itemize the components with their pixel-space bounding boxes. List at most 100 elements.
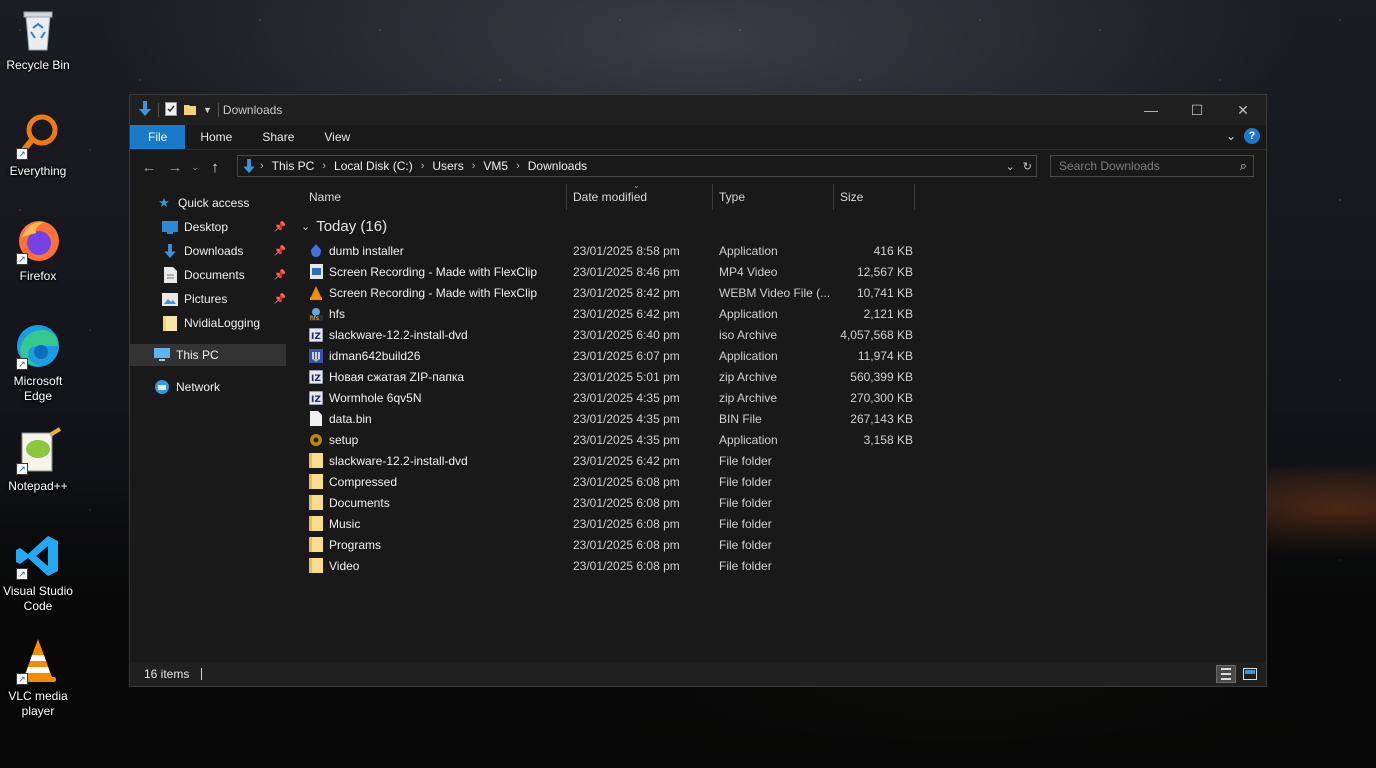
breadcrumb-this-pc[interactable]: This PC: [268, 159, 319, 173]
desktop-icon-firefox[interactable]: ↗ Firefox: [2, 217, 74, 284]
tab-view[interactable]: View: [309, 125, 365, 149]
pin-icon[interactable]: 📌: [274, 294, 286, 305]
back-arrow-icon[interactable]: ←: [136, 159, 162, 176]
refresh-icon[interactable]: ↻: [1023, 160, 1032, 173]
file-date-modified: 23/01/2025 4:35 pm: [573, 390, 680, 405]
file-name: Screen Recording - Made with FlexClip: [329, 285, 538, 300]
breadcrumb-chevron-icon[interactable]: ›: [256, 160, 268, 172]
desktop-icon-vlc[interactable]: ↗ VLC media player: [2, 637, 74, 719]
file-row[interactable]: Music 23/01/2025 6:08 pm File folder: [289, 513, 915, 534]
file-row[interactable]: IZ Wormhole 6qv5N 23/01/2025 4:35 pm zip Ar…: [289, 387, 915, 408]
search-box[interactable]: ⌕: [1050, 155, 1254, 177]
address-bar[interactable]: › This PC › Local Disk (C:) › Users › VM…: [237, 155, 1037, 177]
downloads-location-icon: [242, 158, 256, 174]
nav-item-downloads[interactable]: Downloads 📌: [162, 240, 286, 262]
file-size: [835, 513, 913, 534]
nav-item-nvidialogging[interactable]: NvidiaLogging: [162, 312, 260, 334]
column-header-size[interactable]: Size: [834, 184, 915, 210]
folder-icon: [309, 474, 323, 489]
maximize-button[interactable]: ☐: [1174, 95, 1220, 125]
search-input[interactable]: [1051, 158, 1231, 174]
details-view-button[interactable]: [1216, 665, 1236, 683]
archive-icon: IZ: [309, 390, 323, 405]
navigation-pane: ★ Quick access Desktop 📌 Downloads 📌 Doc…: [130, 184, 288, 663]
file-row[interactable]: Documents 23/01/2025 6:08 pm File folder: [289, 492, 915, 513]
nav-item-documents[interactable]: Documents 📌: [162, 264, 286, 286]
column-header-type[interactable]: Type: [713, 184, 834, 210]
recent-locations-chevron-icon[interactable]: ⌄: [188, 162, 202, 173]
window-title: Downloads: [222, 103, 283, 117]
forward-arrow-icon[interactable]: →: [162, 159, 188, 176]
breadcrumb-vm5[interactable]: VM5: [479, 159, 512, 173]
nav-item-pictures[interactable]: Pictures 📌: [162, 288, 286, 310]
tab-share[interactable]: Share: [247, 125, 309, 149]
desktop-icon-everything[interactable]: ↗ Everything: [2, 112, 74, 179]
file-name: Compressed: [329, 474, 398, 489]
file-row[interactable]: hfs hfs 23/01/2025 6:42 pm Application 2,121…: [289, 303, 915, 324]
tab-file[interactable]: File: [130, 125, 186, 149]
expand-ribbon-chevron-icon[interactable]: ⌄: [1226, 129, 1236, 143]
close-button[interactable]: ✕: [1220, 95, 1266, 125]
file-date-modified: 23/01/2025 6:08 pm: [573, 495, 680, 510]
file-row[interactable]: setup 23/01/2025 4:35 pm Application 3,158 …: [289, 429, 915, 450]
customize-toolbar-dropdown-icon[interactable]: ▼: [203, 105, 212, 115]
up-arrow-icon[interactable]: ↑: [202, 159, 228, 176]
pin-icon[interactable]: 📌: [274, 270, 286, 281]
nav-item-this-pc[interactable]: This PC: [130, 344, 286, 366]
column-date-label: Date modified: [573, 190, 648, 204]
new-folder-icon[interactable]: [183, 102, 197, 119]
folder-icon: [309, 495, 323, 510]
file-row[interactable]: data.bin 23/01/2025 4:35 pm BIN File 267,14…: [289, 408, 915, 429]
breadcrumb-chevron-icon[interactable]: ›: [468, 160, 480, 172]
title-bar[interactable]: ▼ Downloads — ☐ ✕: [130, 95, 1266, 125]
file-row[interactable]: IZ Новая сжатая ZIP-папка 23/01/2025 5:01 …: [289, 366, 915, 387]
nav-item-label: Pictures: [184, 292, 228, 306]
this-pc-icon: [154, 347, 170, 363]
pin-icon[interactable]: 📌: [274, 246, 286, 257]
nav-item-network[interactable]: Network: [154, 376, 220, 398]
column-header-name[interactable]: Name: [303, 184, 567, 210]
file-row[interactable]: Screen Recording - Made with FlexClip 23/…: [289, 282, 915, 303]
properties-icon[interactable]: [165, 101, 177, 119]
desktop-icon-vscode[interactable]: ↗ Visual Studio Code: [2, 532, 74, 614]
tab-home[interactable]: Home: [185, 125, 247, 149]
breadcrumb-local-disk[interactable]: Local Disk (C:): [330, 159, 417, 173]
video-file-icon: [309, 264, 323, 279]
file-row[interactable]: Compressed 23/01/2025 6:08 pm File folder: [289, 471, 915, 492]
help-icon[interactable]: ?: [1244, 128, 1260, 144]
file-size: 3,158 KB: [863, 432, 913, 447]
column-type-label: Type: [719, 190, 746, 204]
desktop-icon-recycle-bin[interactable]: Recycle Bin: [2, 6, 74, 73]
file-row[interactable]: idman642build26 23/01/2025 6:07 pm Applica…: [289, 345, 915, 366]
large-icons-view-button[interactable]: [1240, 665, 1260, 683]
address-history-chevron-icon[interactable]: ⌄: [1006, 160, 1015, 173]
minimize-button[interactable]: —: [1128, 95, 1174, 125]
breadcrumb-downloads[interactable]: Downloads: [524, 159, 591, 173]
group-header-today[interactable]: ⌄ Today (16): [301, 218, 387, 235]
collapse-chevron-icon[interactable]: ⌄: [301, 220, 310, 233]
breadcrumb-chevron-icon[interactable]: ›: [512, 160, 524, 172]
nav-quick-access[interactable]: ★ Quick access: [156, 192, 249, 214]
column-header-date-modified[interactable]: ⌄ Date modified: [567, 181, 713, 210]
details-view-icon: [1221, 668, 1231, 680]
file-row[interactable]: Video 23/01/2025 6:08 pm File folder: [289, 555, 915, 576]
file-row[interactable]: Programs 23/01/2025 6:08 pm File folder: [289, 534, 915, 555]
nav-item-label: Downloads: [184, 244, 244, 258]
desktop-icon-notepad-plus-plus[interactable]: ↗ Notepad++: [2, 427, 74, 494]
group-label: Today (16): [316, 218, 388, 235]
file-name: Новая сжатая ZIP-папка: [329, 369, 465, 384]
search-icon[interactable]: ⌕: [1240, 158, 1247, 174]
file-row[interactable]: Screen Recording - Made with FlexClip 23/…: [289, 261, 915, 282]
breadcrumb-chevron-icon[interactable]: ›: [417, 160, 429, 172]
file-type: File folder: [719, 495, 772, 510]
nav-item-desktop[interactable]: Desktop 📌: [162, 216, 286, 238]
breadcrumb-users[interactable]: Users: [428, 159, 467, 173]
file-date-modified: 23/01/2025 4:35 pm: [573, 411, 680, 426]
file-row[interactable]: IZ slackware-12.2-install-dvd 23/01/2025 6…: [289, 324, 915, 345]
desktop-icon-edge[interactable]: ↗ Microsoft Edge: [2, 322, 74, 404]
file-row[interactable]: dumb installer 23/01/2025 8:58 pm Applicat…: [289, 240, 915, 261]
file-row[interactable]: slackware-12.2-install-dvd 23/01/2025 6:4…: [289, 450, 915, 471]
pin-icon[interactable]: 📌: [274, 222, 286, 233]
file-name-cell: Documents: [309, 492, 565, 513]
breadcrumb-chevron-icon[interactable]: ›: [318, 160, 330, 172]
